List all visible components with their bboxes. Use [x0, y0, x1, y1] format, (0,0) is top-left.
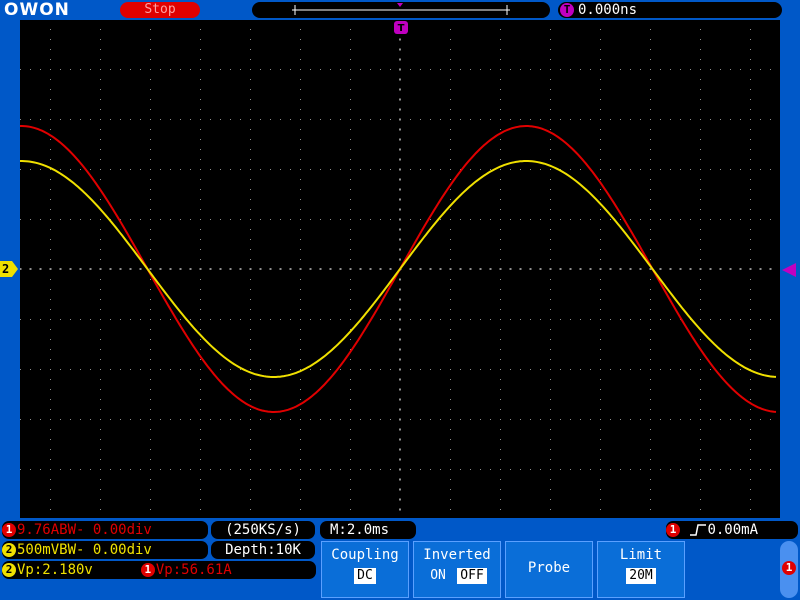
trigger-level-marker[interactable]: [782, 262, 796, 277]
probe-label: Probe: [527, 560, 571, 576]
trigger-time-value: 0.000ns: [578, 2, 638, 18]
ch2-ground-marker[interactable]: 2: [0, 261, 18, 277]
trigger-position-marker[interactable]: T: [394, 21, 408, 34]
ch1-vp: Vp:56.61A: [155, 562, 232, 578]
ch2-scale-readout: 2 500mVBW- 0.00div: [2, 541, 208, 559]
limit-button[interactable]: Limit 20M: [597, 541, 685, 598]
ch2-scale: 500mVBW- 0.00div: [17, 542, 152, 558]
ch2-waveform: [20, 160, 777, 378]
memory-position-indicator: [292, 3, 510, 15]
ch1-badge: 1: [2, 523, 16, 537]
timebase-readout: M:2.0ms: [320, 521, 416, 539]
ch2-ground-label: 2: [2, 262, 10, 276]
ch1-scale: 9.76ABW- 0.00div: [17, 522, 152, 538]
inverted-button[interactable]: Inverted ON OFF: [413, 541, 501, 598]
coupling-label: Coupling: [331, 547, 399, 563]
trigger-marker-icon: T: [560, 3, 574, 17]
trigger-level: 0.00mA: [707, 522, 759, 538]
vp-measurements: 2 Vp:2.180v 1 Vp:56.61A: [2, 561, 316, 579]
memory-depth-readout: Depth:10K: [211, 541, 315, 559]
trigger-source-badge: 1: [666, 523, 680, 537]
owon-logo: OWON: [4, 0, 70, 20]
trigger-readout: 1 0.00mA: [666, 521, 798, 539]
graticule-grid: [20, 28, 772, 511]
inverted-on-option: ON: [430, 568, 446, 583]
coupling-value: DC: [354, 568, 376, 584]
inverted-label: Inverted: [423, 547, 491, 563]
probe-button[interactable]: Probe: [505, 541, 593, 598]
ch1-scale-readout: 1 9.76ABW- 0.00div: [2, 521, 208, 539]
rising-edge-icon: [690, 524, 707, 536]
ch2-vp: Vp:2.180v: [17, 562, 93, 578]
coupling-button[interactable]: Coupling DC: [321, 541, 409, 598]
inverted-off-option: OFF: [457, 568, 487, 584]
trigger-marker-label: T: [398, 23, 405, 34]
ch2-badge: 2: [2, 543, 16, 557]
waveform-graticule: T: [20, 21, 777, 511]
ch1-measure-badge: 1: [140, 563, 155, 577]
menu-channel-badge: 1: [782, 561, 796, 575]
menu-channel-indicator[interactable]: 1: [780, 541, 798, 598]
sample-rate-readout: (250KS/s): [211, 521, 315, 539]
limit-label: Limit: [619, 547, 663, 563]
memory-position-bar[interactable]: [252, 2, 550, 18]
ch2-measure-badge: 2: [2, 563, 16, 577]
ch1-waveform: [20, 125, 777, 413]
limit-value: 20M: [626, 568, 656, 584]
run-status-badge[interactable]: Stop: [120, 2, 200, 18]
